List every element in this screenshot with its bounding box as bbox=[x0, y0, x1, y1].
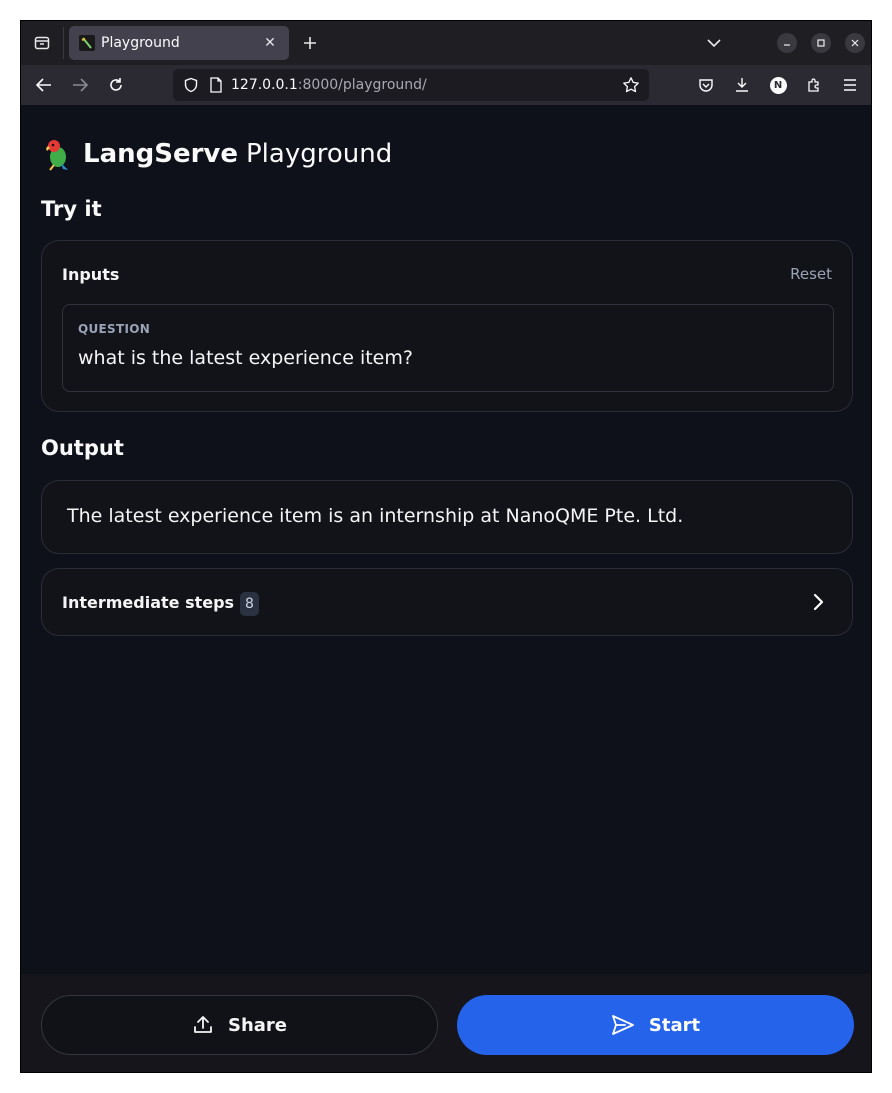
bookmark-star-icon[interactable] bbox=[621, 75, 641, 95]
share-button[interactable]: Share bbox=[41, 995, 438, 1055]
tab-playground[interactable]: Playground ✕ bbox=[69, 26, 289, 60]
share-label: Share bbox=[227, 1014, 287, 1036]
send-icon bbox=[611, 1015, 634, 1035]
tab-separator bbox=[63, 27, 64, 59]
reset-button[interactable]: Reset bbox=[790, 265, 832, 283]
share-upload-icon bbox=[194, 1016, 212, 1033]
intermediate-steps-label: Intermediate steps bbox=[62, 593, 235, 612]
back-arrow-icon[interactable] bbox=[33, 74, 55, 96]
playground-page: LangServe Playground Try it Inputs Reset… bbox=[21, 105, 871, 974]
account-avatar-icon[interactable]: N bbox=[767, 74, 789, 96]
shield-icon[interactable] bbox=[183, 77, 199, 93]
question-input[interactable]: what is the latest experience item? bbox=[78, 347, 413, 369]
page-title: LangServe Playground bbox=[41, 137, 392, 171]
output-heading: Output bbox=[41, 436, 124, 460]
inputs-label: Inputs bbox=[62, 265, 120, 284]
steps-count-badge: 8 bbox=[240, 592, 259, 616]
inputs-card: Inputs Reset QUESTION what is the latest… bbox=[41, 240, 853, 412]
forward-arrow-icon[interactable] bbox=[69, 74, 91, 96]
new-tab-icon[interactable] bbox=[299, 32, 321, 54]
brand-name: LangServe bbox=[83, 139, 238, 169]
browser-window: Playground ✕ 127.0.0.1:8000/playground/ … bbox=[20, 20, 872, 1073]
list-tabs-chevron-icon[interactable] bbox=[703, 32, 725, 54]
try-it-heading: Try it bbox=[41, 197, 102, 221]
parrot-logo-icon bbox=[46, 140, 68, 171]
intermediate-steps-toggle[interactable]: Intermediate steps 8 bbox=[41, 568, 853, 636]
start-label: Start bbox=[648, 1014, 701, 1036]
hamburger-menu-icon[interactable] bbox=[839, 74, 861, 96]
firefox-view-icon[interactable] bbox=[31, 32, 53, 54]
chevron-right-icon[interactable] bbox=[810, 591, 828, 613]
start-button[interactable]: Start bbox=[457, 995, 854, 1055]
output-card: The latest experience item is an interns… bbox=[41, 480, 853, 554]
close-window-icon[interactable] bbox=[845, 33, 865, 53]
close-tab-icon[interactable]: ✕ bbox=[261, 35, 279, 51]
minimize-icon[interactable] bbox=[777, 33, 797, 53]
brand-subtitle: Playground bbox=[246, 139, 393, 169]
downloads-icon[interactable] bbox=[731, 74, 753, 96]
tab-title: Playground bbox=[101, 35, 180, 51]
page-icon[interactable] bbox=[209, 77, 223, 93]
tab-strip: Playground ✕ bbox=[21, 21, 871, 65]
extensions-puzzle-icon[interactable] bbox=[803, 74, 825, 96]
reload-icon[interactable] bbox=[105, 74, 127, 96]
navigation-bar: 127.0.0.1:8000/playground/ N bbox=[21, 65, 871, 105]
output-text: The latest experience item is an interns… bbox=[67, 505, 684, 527]
langchain-favicon-icon bbox=[79, 35, 95, 51]
pocket-icon[interactable] bbox=[695, 74, 717, 96]
maximize-icon[interactable] bbox=[811, 33, 831, 53]
question-field[interactable]: QUESTION what is the latest experience i… bbox=[62, 304, 834, 392]
action-footer: Share Start bbox=[21, 974, 871, 1072]
address-bar[interactable]: 127.0.0.1:8000/playground/ bbox=[173, 69, 649, 101]
url-text[interactable]: 127.0.0.1:8000/playground/ bbox=[231, 77, 427, 93]
question-field-label: QUESTION bbox=[78, 322, 151, 336]
